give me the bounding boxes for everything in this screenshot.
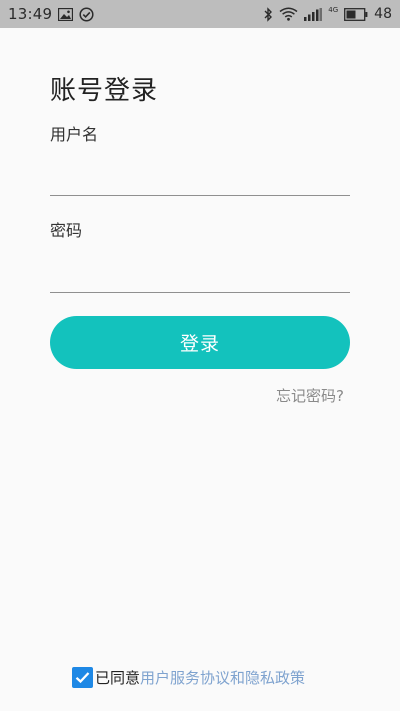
agreement-link[interactable]: 用户服务协议和隐私政策 bbox=[140, 667, 305, 688]
network-type: 4G bbox=[328, 5, 339, 14]
status-bar-left: 13:49 bbox=[8, 5, 94, 23]
username-input[interactable] bbox=[50, 162, 350, 196]
signal-icon bbox=[304, 7, 323, 21]
battery-percent: 48 bbox=[374, 6, 392, 22]
username-label: 用户名 bbox=[50, 125, 99, 144]
page-title: 账号登录 bbox=[50, 76, 159, 106]
checkmark-icon bbox=[75, 672, 90, 684]
password-input[interactable] bbox=[50, 259, 350, 293]
password-label: 密码 bbox=[50, 221, 83, 240]
wifi-icon bbox=[279, 7, 298, 21]
login-button[interactable]: 登录 bbox=[50, 316, 350, 369]
battery-icon bbox=[344, 7, 368, 21]
status-bar: 13:49 4G 48 bbox=[0, 0, 400, 28]
status-bar-right: 4G 48 bbox=[263, 6, 392, 22]
bluetooth-icon bbox=[263, 6, 273, 22]
agreement-row: 已同意 用户服务协议和隐私政策 bbox=[72, 667, 305, 688]
image-icon bbox=[58, 7, 74, 21]
status-time: 13:49 bbox=[8, 5, 53, 23]
agreement-checkbox[interactable] bbox=[72, 667, 93, 688]
agreement-prefix: 已同意 bbox=[95, 669, 141, 687]
check-circle-icon bbox=[79, 6, 94, 22]
login-screen: 13:49 4G 48 账号登录 用户名 密码 登录 忘记密码? 已同意 用户服… bbox=[0, 0, 400, 711]
forgot-password-link[interactable]: 忘记密码? bbox=[276, 385, 344, 406]
